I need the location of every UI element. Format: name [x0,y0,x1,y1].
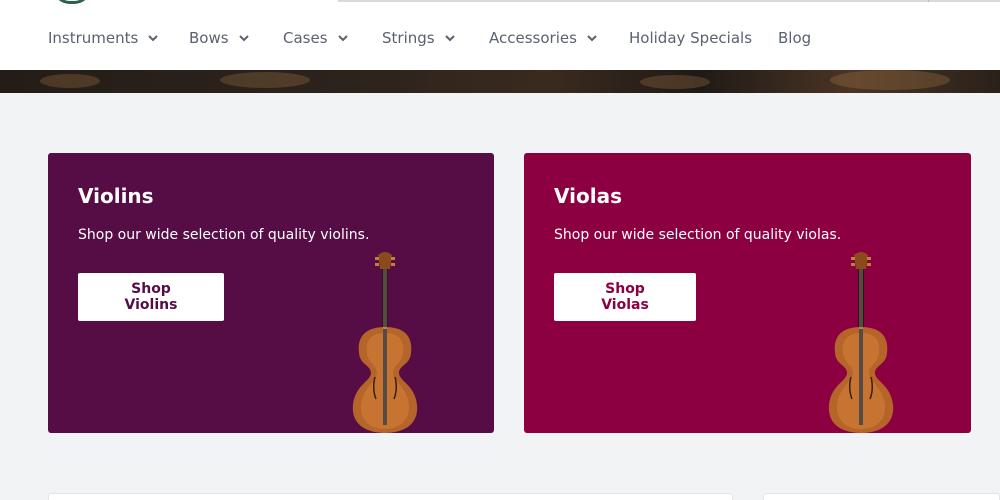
viola-icon [828,252,894,433]
nav-item-instruments[interactable]: Instruments [48,29,159,47]
card-title: Violins [78,184,154,208]
nav-item-label: Cases [283,29,328,47]
nav-item-label: Blog [778,29,812,47]
content-card [48,493,733,500]
nav-item-label: Bows [189,29,229,47]
nav-item-label: Accessories [489,29,577,47]
nav-item-cases[interactable]: Cases [283,29,349,47]
chevron-down-icon [337,32,349,44]
logo[interactable] [52,0,92,4]
card-title: Violas [554,184,622,208]
nav-item-label: Holiday Specials [629,29,753,47]
site-header: Instruments Bows Cases Strings Accessori… [0,0,1000,70]
violas-card: Violas Shop our wide selection of qualit… [524,153,971,433]
nav-item-label: Strings [382,29,435,47]
chevron-down-icon [238,32,250,44]
hero-image [0,70,1000,93]
nav-item-bows[interactable]: Bows [189,29,250,47]
content-card [763,493,1000,500]
nav-item-holiday-specials[interactable]: Holiday Specials [629,29,752,47]
nav-item-accessories[interactable]: Accessories [489,29,598,47]
chevron-down-icon [147,32,159,44]
violins-card: Violins Shop our wide selection of quali… [48,153,494,433]
card-description: Shop our wide selection of quality violi… [78,227,370,243]
search-bar[interactable] [338,0,1000,2]
nav-item-blog[interactable]: Blog [778,29,811,47]
violin-icon [352,252,418,433]
shop-violas-button[interactable]: Shop Violas [554,273,696,321]
chevron-down-icon [586,32,598,44]
chevron-down-icon [444,32,456,44]
nav-item-strings[interactable]: Strings [382,29,456,47]
search-divider [928,0,929,2]
nav-item-label: Instruments [48,29,139,47]
card-description: Shop our wide selection of quality viola… [554,227,842,243]
shop-violins-button[interactable]: Shop Violins [78,273,224,321]
